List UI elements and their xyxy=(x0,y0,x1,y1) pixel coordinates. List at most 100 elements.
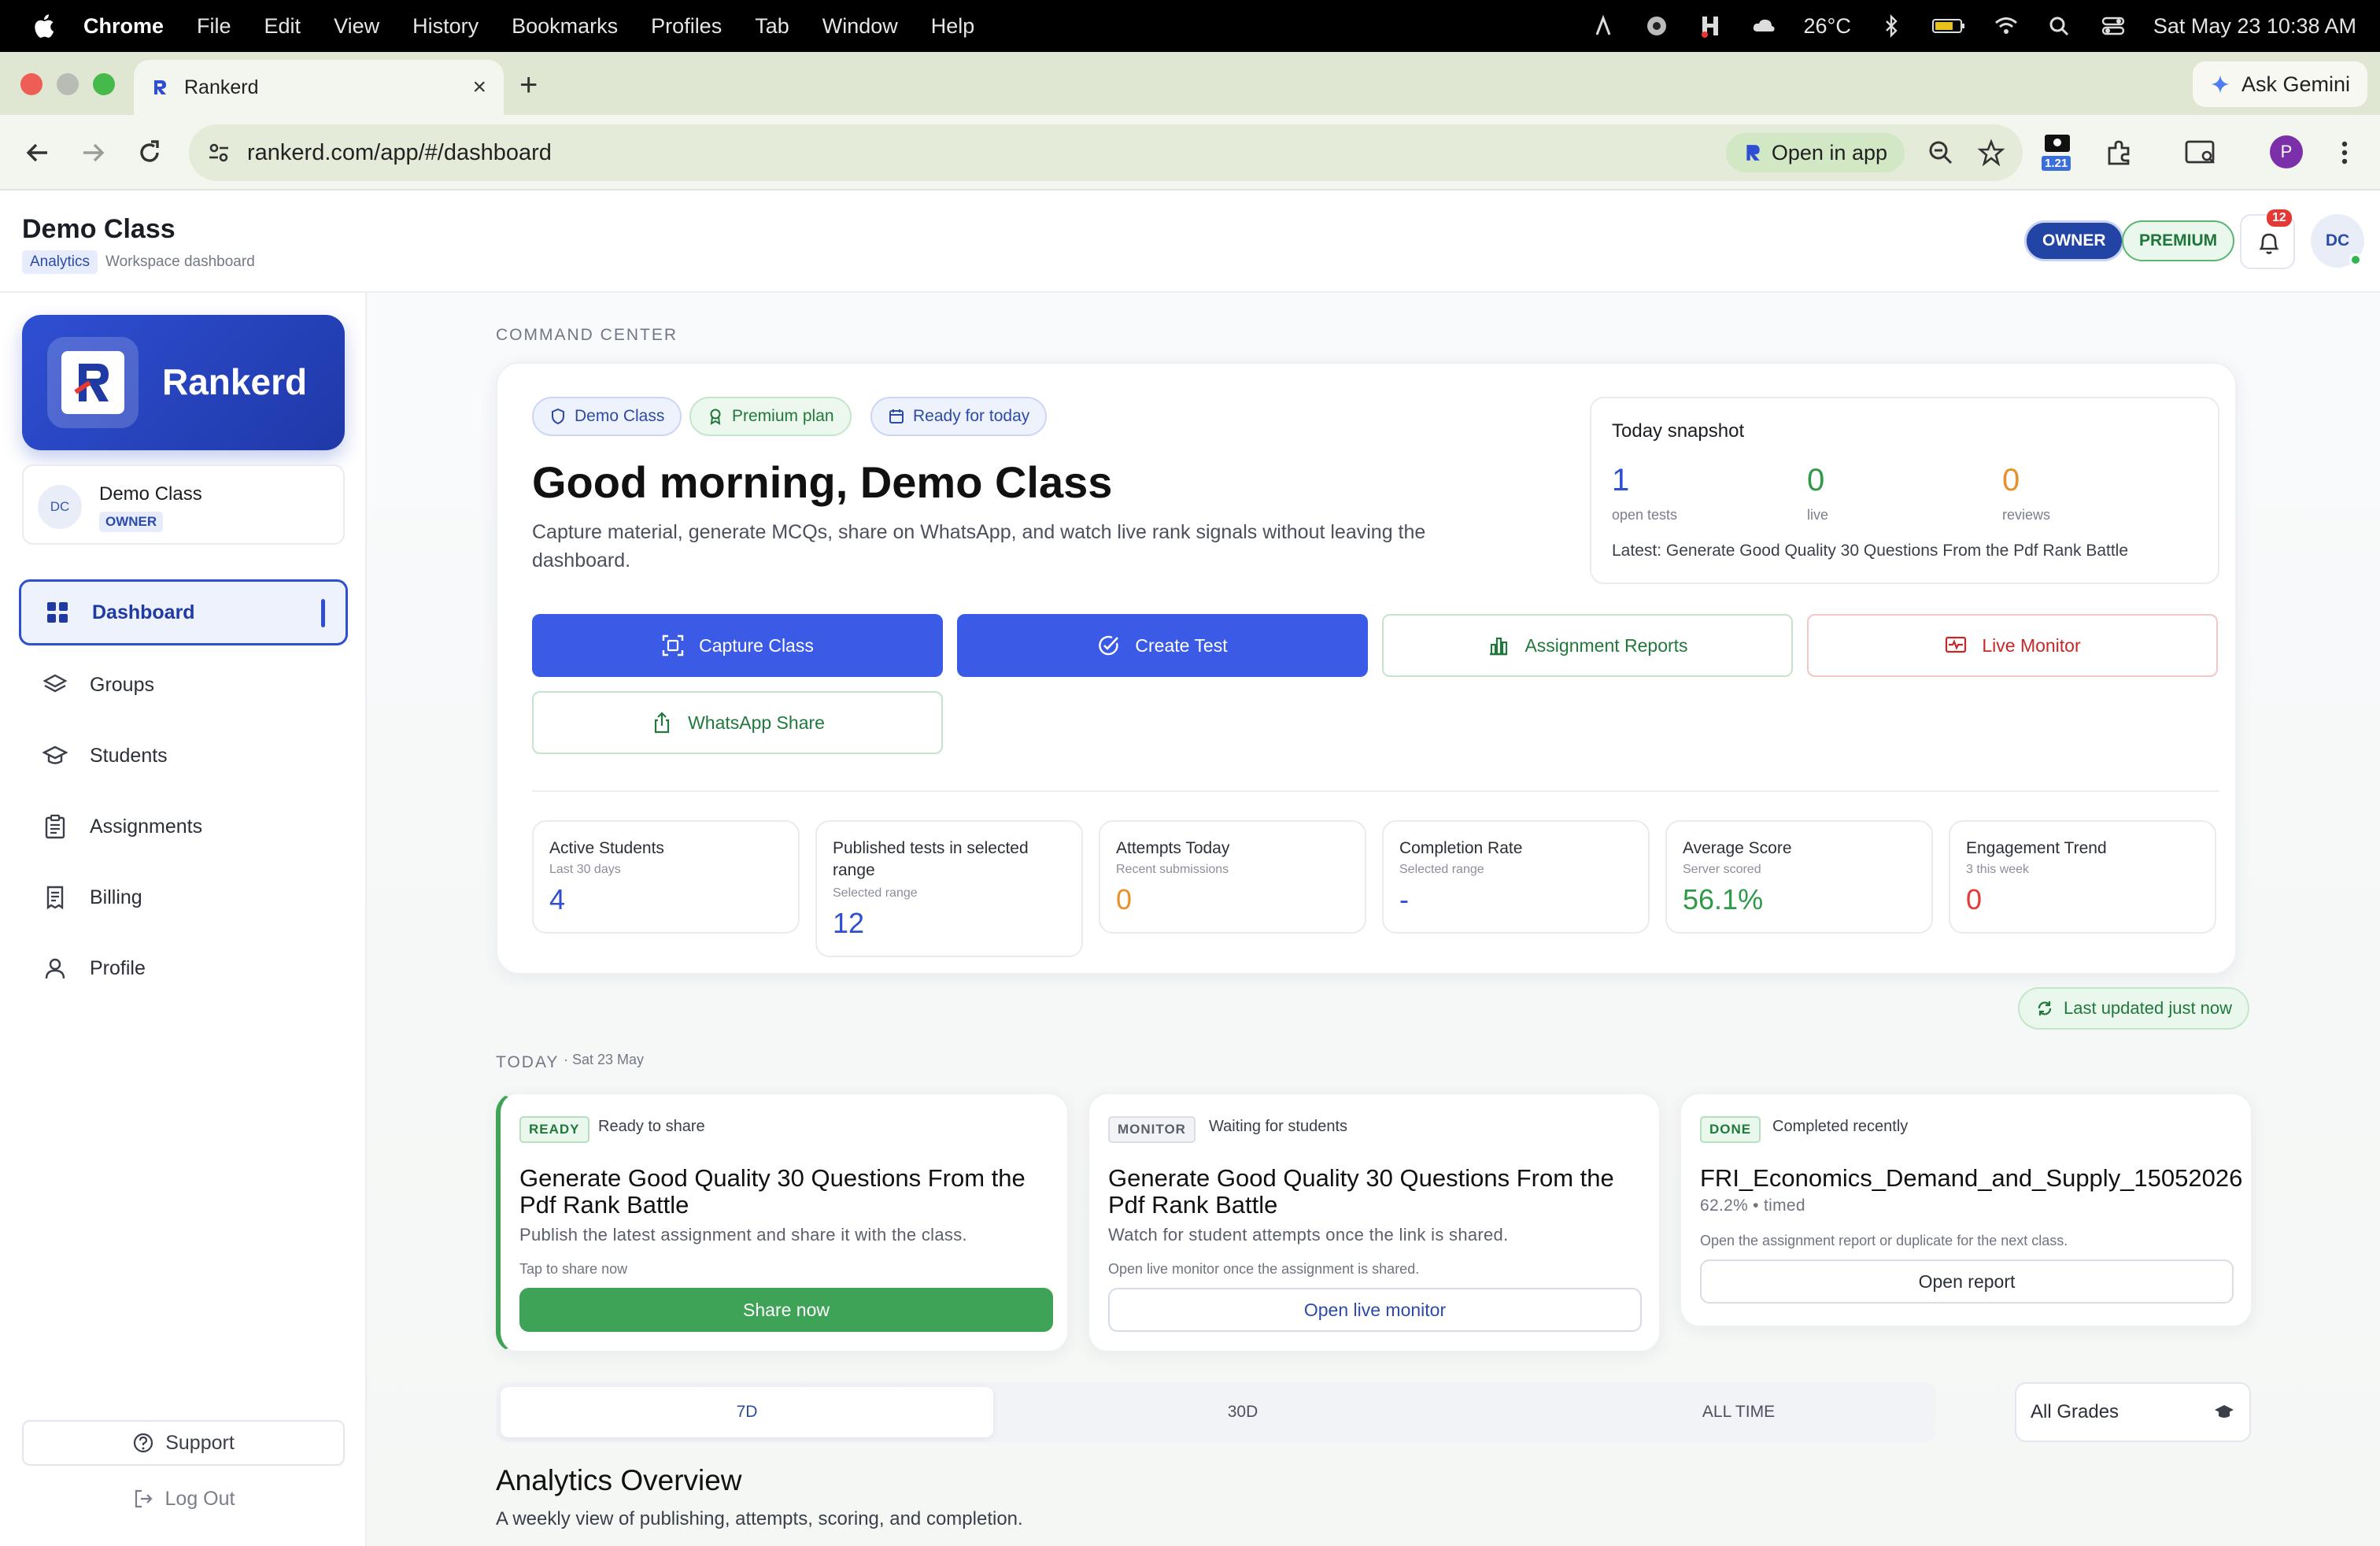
menu-history[interactable]: History xyxy=(412,14,479,39)
capture-class-button[interactable]: Capture Class xyxy=(532,614,943,677)
menubar-clock[interactable]: Sat May 23 10:38 AM xyxy=(2153,14,2356,39)
online-status-dot xyxy=(2349,253,2362,266)
tab-search-icon[interactable] xyxy=(2183,137,2218,168)
control-center-icon[interactable] xyxy=(2100,14,2127,38)
extensions-puzzle-icon[interactable] xyxy=(2103,137,2134,168)
sidebar-item-profile[interactable]: Profile xyxy=(19,935,348,1001)
stat-value: - xyxy=(1399,883,1409,915)
snapshot-open-tests-label: open tests xyxy=(1612,507,1678,523)
range-tab-7d[interactable]: 7D xyxy=(501,1387,993,1437)
forward-arrow-icon[interactable] xyxy=(76,135,110,170)
weather-temp[interactable]: 26°C xyxy=(1804,14,1851,39)
workspace-avatar: DC xyxy=(38,485,82,529)
window-maximize-button[interactable] xyxy=(93,73,115,95)
status-h-icon[interactable] xyxy=(1697,14,1724,38)
create-test-label: Create Test xyxy=(1135,634,1228,656)
menu-view[interactable]: View xyxy=(334,14,379,39)
menu-app-chrome[interactable]: Chrome xyxy=(83,14,164,39)
chip-premium-plan: Premium plan xyxy=(689,397,852,436)
window-close-button[interactable] xyxy=(20,73,42,95)
card-description: 62.2% • timed xyxy=(1700,1196,1805,1215)
sidebar-item-assignments[interactable]: Assignments xyxy=(19,793,348,860)
apple-icon[interactable] xyxy=(31,13,55,39)
zoom-icon[interactable] xyxy=(1927,139,1955,167)
sidebar-item-label: Profile xyxy=(90,956,146,979)
user-icon xyxy=(45,958,65,979)
chrome-profile-avatar[interactable]: P xyxy=(2270,135,2303,168)
monitor-tag: MONITOR xyxy=(1108,1116,1196,1143)
status-circle-icon[interactable] xyxy=(1643,14,1670,38)
spotlight-search-icon[interactable] xyxy=(2046,14,2073,38)
tab-close-icon[interactable]: × xyxy=(472,74,486,101)
menu-bookmarks[interactable]: Bookmarks xyxy=(512,14,618,39)
bluetooth-icon[interactable] xyxy=(1878,14,1905,38)
award-icon xyxy=(710,409,721,425)
today-card-monitor: MONITOR Waiting for students Generate Go… xyxy=(1088,1093,1661,1352)
menu-file[interactable]: File xyxy=(197,14,231,39)
menu-window[interactable]: Window xyxy=(822,14,898,39)
share-now-button[interactable]: Share now xyxy=(519,1288,1053,1332)
chrome-menu-kebab-icon[interactable] xyxy=(2333,137,2356,168)
grade-select[interactable]: All Grades xyxy=(2015,1382,2251,1442)
url-text[interactable]: rankerd.com/app/#/dashboard xyxy=(247,140,552,166)
sidebar-item-billing[interactable]: Billing xyxy=(19,864,348,930)
browser-tab-rankerd[interactable]: Rankerd × xyxy=(134,60,504,115)
menu-help[interactable]: Help xyxy=(931,14,975,39)
bar-chart-icon xyxy=(1490,637,1508,656)
sidebar-item-students[interactable]: Students xyxy=(19,723,348,789)
stat-subtitle: 3 this week xyxy=(1966,863,2030,876)
back-arrow-icon[interactable] xyxy=(20,135,55,170)
last-updated-pill[interactable]: Last updated just now xyxy=(2018,987,2250,1030)
notification-count-badge: 12 xyxy=(2267,209,2292,227)
open-report-button[interactable]: Open report xyxy=(1700,1259,2234,1304)
ask-gemini-button[interactable]: Ask Gemini xyxy=(2192,61,2367,107)
brand-name: Rankerd xyxy=(162,361,308,402)
whatsapp-share-label: WhatsApp Share xyxy=(688,712,825,733)
last-updated-label: Last updated just now xyxy=(2064,998,2233,1018)
bookmark-star-icon[interactable] xyxy=(1977,139,2005,167)
open-live-monitor-button[interactable]: Open live monitor xyxy=(1108,1288,1642,1332)
support-button[interactable]: Support xyxy=(22,1420,345,1466)
menu-tab[interactable]: Tab xyxy=(755,14,789,39)
brand-card[interactable]: Rankerd xyxy=(22,315,345,450)
live-monitor-label: Live Monitor xyxy=(1982,634,2081,656)
window-minimize-button[interactable] xyxy=(57,73,79,95)
logout-button[interactable]: Log Out xyxy=(22,1477,345,1521)
app-header: Demo Class Analytics Workspace dashboard… xyxy=(0,190,2380,293)
open-in-app-button[interactable]: Open in app xyxy=(1725,133,1905,172)
site-info-icon[interactable] xyxy=(206,140,231,165)
stat-value: 4 xyxy=(549,883,566,915)
menu-profiles[interactable]: Profiles xyxy=(651,14,722,39)
status-a-icon[interactable] xyxy=(1590,14,1617,38)
sidebar-item-dashboard[interactable]: Dashboard xyxy=(19,579,348,645)
weather-cloud-icon[interactable] xyxy=(1750,14,1777,38)
new-tab-icon[interactable]: + xyxy=(519,68,538,103)
reload-icon[interactable] xyxy=(132,135,167,170)
range-tab-30d[interactable]: 30D xyxy=(996,1387,1489,1437)
card-title: Generate Good Quality 30 Questions From … xyxy=(519,1164,1026,1219)
card-description: Watch for student attempts once the link… xyxy=(1108,1225,1509,1245)
battery-icon[interactable] xyxy=(1931,14,1966,38)
sidebar-item-groups[interactable]: Groups xyxy=(19,652,348,718)
workspace-role-badge: OWNER xyxy=(99,512,164,532)
assignment-reports-label: Assignment Reports xyxy=(1524,634,1688,656)
command-center-card: Demo Class Premium plan Ready for today … xyxy=(496,362,2237,975)
main-content: COMMAND CENTER Demo Class Premium plan R… xyxy=(367,293,2380,1546)
snapshot-live-label: live xyxy=(1807,507,1829,523)
range-tab-all-time[interactable]: ALL TIME xyxy=(1492,1387,1985,1437)
extension-button[interactable]: 1.21 xyxy=(2042,132,2078,172)
assignment-reports-button[interactable]: Assignment Reports xyxy=(1382,614,1793,677)
tag-text: Completed recently xyxy=(1772,1118,1909,1135)
menu-edit[interactable]: Edit xyxy=(264,14,301,39)
done-tag: DONE xyxy=(1700,1116,1761,1143)
create-test-button[interactable]: Create Test xyxy=(957,614,1368,677)
stat-title: Completion Rate xyxy=(1399,839,1523,857)
live-monitor-button[interactable]: Live Monitor xyxy=(1807,614,2218,677)
command-center-label: COMMAND CENTER xyxy=(496,326,678,344)
whatsapp-share-button[interactable]: WhatsApp Share xyxy=(532,691,943,754)
address-bar[interactable]: rankerd.com/app/#/dashboard Open in app xyxy=(189,124,2023,181)
logout-icon xyxy=(135,1489,153,1508)
range-tabs: 7D 30D ALL TIME xyxy=(496,1382,1936,1442)
workspace-card[interactable]: DC Demo Class OWNER xyxy=(22,464,345,545)
wifi-icon[interactable] xyxy=(1993,14,2020,38)
